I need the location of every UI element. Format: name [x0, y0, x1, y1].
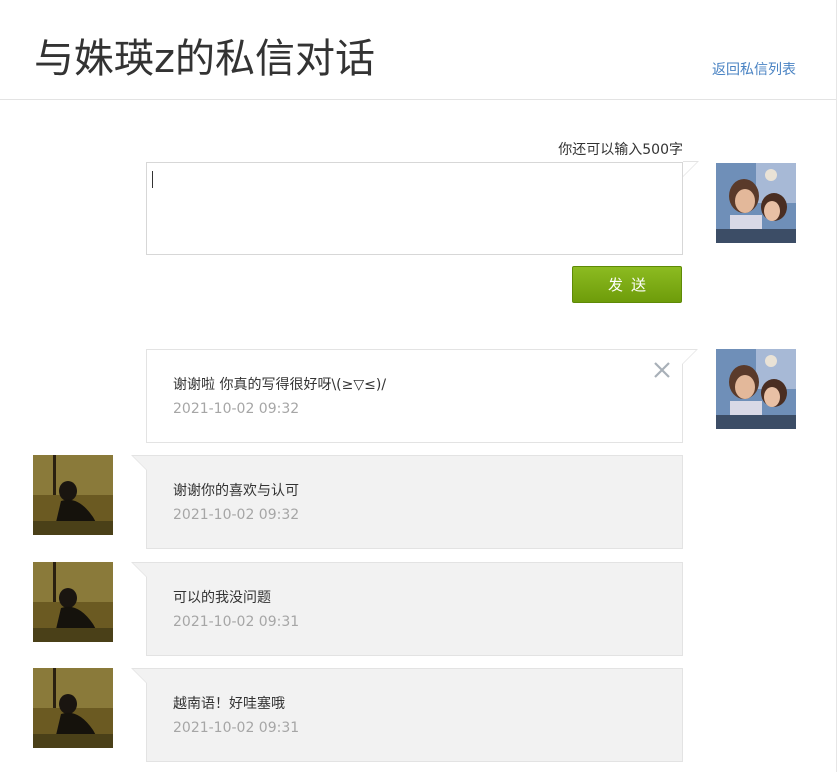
contact-avatar[interactable]	[33, 562, 113, 642]
avatar-photo-icon	[716, 349, 796, 429]
message-text: 可以的我没问题	[173, 590, 271, 606]
message-time: 2021-10-02 09:32	[173, 507, 300, 523]
contact-avatar[interactable]	[33, 668, 113, 748]
message-text: 谢谢你的喜欢与认可	[173, 483, 299, 499]
contact-avatar[interactable]	[33, 455, 113, 535]
my-avatar[interactable]	[716, 163, 796, 243]
conversation-page: 与姝瑛z的私信对话 返回私信列表 你还可以输入500字 发送 谢谢啦 你真的写得…	[0, 0, 837, 772]
avatar-photo-icon	[33, 562, 113, 642]
message-time: 2021-10-02 09:31	[173, 720, 300, 736]
message-time: 2021-10-02 09:32	[173, 401, 300, 417]
avatar-photo-icon	[33, 668, 113, 748]
page-header: 与姝瑛z的私信对话 返回私信列表	[0, 0, 836, 100]
message-item-theirs: 越南语！好哇塞哦 2021-10-02 09:31	[131, 668, 683, 762]
message-time: 2021-10-02 09:31	[173, 614, 300, 630]
message-text: 越南语！好哇塞哦	[173, 696, 285, 712]
avatar-photo-icon	[716, 163, 796, 243]
char-counter: 你还可以输入500字	[558, 142, 683, 158]
send-button[interactable]: 发送	[572, 266, 682, 303]
message-input[interactable]	[146, 162, 683, 255]
close-icon[interactable]	[652, 360, 672, 380]
page-title: 与姝瑛z的私信对话	[34, 36, 375, 82]
message-item-theirs: 谢谢你的喜欢与认可 2021-10-02 09:32	[131, 455, 683, 549]
back-to-messages-link[interactable]: 返回私信列表	[712, 59, 796, 79]
message-composer	[146, 161, 699, 255]
message-item-theirs: 可以的我没问题 2021-10-02 09:31	[131, 562, 683, 656]
avatar-photo-icon	[33, 455, 113, 535]
text-caret	[152, 171, 153, 188]
my-avatar[interactable]	[716, 349, 796, 429]
message-text: 谢谢啦 你真的写得很好呀\(≥▽≤)/	[173, 377, 387, 393]
message-item-mine: 谢谢啦 你真的写得很好呀\(≥▽≤)/ 2021-10-02 09:32	[146, 349, 698, 443]
